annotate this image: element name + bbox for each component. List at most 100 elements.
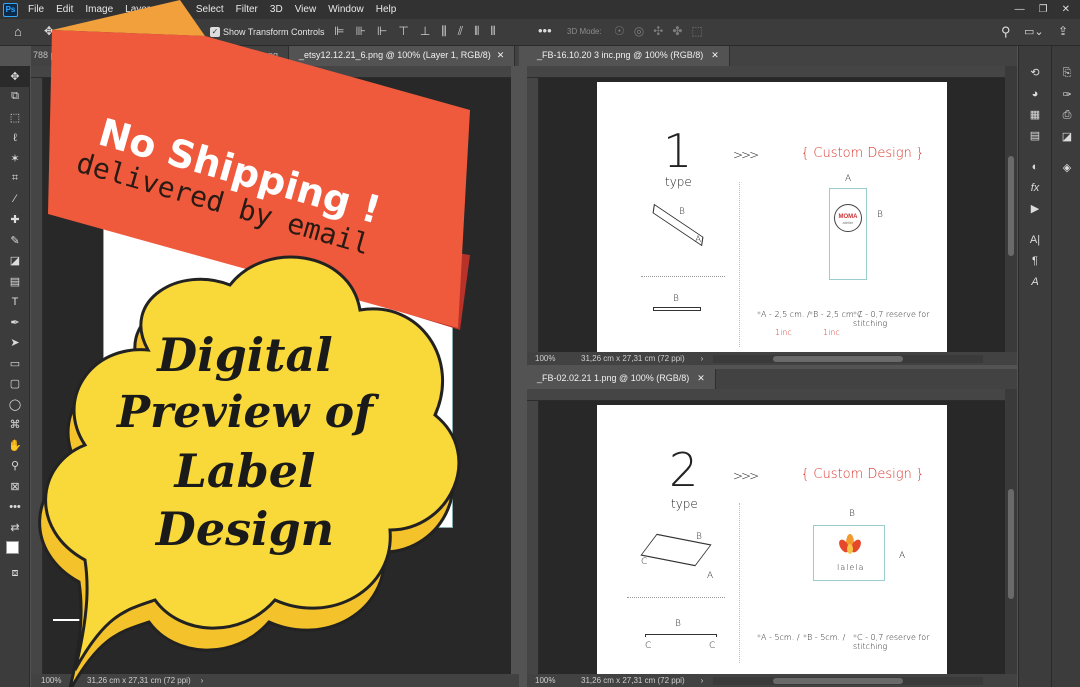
drag-icon[interactable]: ✣ bbox=[653, 24, 663, 38]
more-options-icon[interactable]: ••• bbox=[538, 23, 552, 38]
doc2-label-a: A bbox=[899, 551, 906, 561]
doc2-custom-design: { Custom Design } bbox=[801, 467, 925, 482]
doc1-label-a: A bbox=[845, 174, 852, 184]
doc1-h-thumb[interactable] bbox=[773, 355, 904, 362]
doc2-plane-b: B bbox=[696, 532, 702, 542]
doc1-strip-flat bbox=[653, 307, 701, 311]
doc1-tab-close-icon[interactable]: ✕ bbox=[711, 50, 719, 66]
tab-close-icon[interactable]: ✕ bbox=[497, 50, 505, 66]
more-tools-icon[interactable]: ••• bbox=[0, 497, 30, 518]
color-swatches[interactable] bbox=[0, 538, 30, 564]
paragraph-icon[interactable]: ¶ bbox=[1020, 250, 1050, 271]
minimize-icon[interactable]: — bbox=[1015, 4, 1025, 15]
doc2-flat-line bbox=[645, 634, 717, 637]
default-colors-icon[interactable]: ⇄ bbox=[0, 517, 30, 538]
doc2-window: _FB-02.02.21 1.png @ 100% (RGB/8) ✕ 2 ty… bbox=[527, 369, 1017, 687]
doc2-arrows: >>> bbox=[733, 469, 759, 483]
doc1-flat-b: B bbox=[673, 294, 679, 304]
doc2-tab-label: _FB-02.02.21 1.png @ 100% (RGB/8) bbox=[537, 373, 690, 383]
orbit-icon[interactable]: ☉ bbox=[614, 24, 625, 38]
hand-tool-icon[interactable]: ✋ bbox=[0, 435, 30, 456]
history-icon[interactable]: ⟲ bbox=[1020, 62, 1050, 83]
doc1-zoom[interactable]: 100% bbox=[535, 354, 581, 363]
doc1-status-arrow[interactable]: › bbox=[701, 354, 704, 363]
color-palette-icon[interactable]: ◕ bbox=[1020, 83, 1050, 104]
doc1-type-label: type bbox=[665, 175, 692, 189]
libraries-icon[interactable]: ▤ bbox=[1020, 125, 1050, 146]
swatches-icon[interactable]: ▦ bbox=[1020, 104, 1050, 125]
doc2-spec-b: *B - 5cm. / bbox=[803, 633, 846, 642]
slide-icon[interactable]: ✤ bbox=[672, 24, 682, 38]
doc1-inc-1: 1inc bbox=[775, 328, 792, 337]
restore-icon[interactable]: ❐ bbox=[1039, 4, 1048, 15]
doc1-tab[interactable]: _FB-16.10.20 3 inc.png @ 100% (RGB/8) ✕ bbox=[527, 46, 730, 66]
doc2-scroll-thumb[interactable] bbox=[1008, 489, 1014, 599]
adjustments-icon[interactable]: ◐ bbox=[1020, 156, 1050, 177]
distribute-spacing-icon[interactable]: ⫴ bbox=[490, 24, 495, 39]
info-panel-icon[interactable]: ⎙ bbox=[1052, 105, 1080, 126]
scale-3d-icon[interactable]: ⬚ bbox=[691, 24, 702, 38]
3d-mode-label: 3D Mode: bbox=[567, 27, 602, 36]
doc2-status-arrow[interactable]: › bbox=[701, 676, 704, 685]
zoom-tool-icon[interactable]: ⚲ bbox=[0, 456, 30, 477]
doc2-statusbar: 100% 31,26 cm x 27,31 cm (72 ppi) › bbox=[527, 674, 1017, 687]
styles-fx-icon[interactable]: fx bbox=[1020, 177, 1050, 198]
doc2-flat-c2: C bbox=[709, 641, 716, 651]
doc1-spec-a: *A - 2,5 cm. / bbox=[757, 310, 810, 319]
properties-icon[interactable]: ⎘ bbox=[1052, 63, 1080, 84]
doc1-strip-a: A bbox=[695, 235, 702, 245]
close-icon[interactable]: ✕ bbox=[1062, 4, 1070, 15]
doc1-label-b: B bbox=[877, 210, 883, 220]
character-icon[interactable]: A| bbox=[1020, 229, 1050, 250]
workspace-icon[interactable]: ▭⌄ bbox=[1024, 25, 1044, 38]
bubble-text: Digital Preview of Label Design bbox=[80, 326, 410, 558]
layers-icon[interactable]: ◈ bbox=[1052, 157, 1080, 178]
ellipse-tool-icon[interactable]: ◯ bbox=[0, 394, 30, 415]
doc1-tabbar: _FB-16.10.20 3 inc.png @ 100% (RGB/8) ✕ bbox=[527, 46, 1017, 66]
doc1-scrollbar[interactable] bbox=[1005, 66, 1017, 352]
roll-icon[interactable]: ◎ bbox=[634, 24, 644, 38]
doc2-type-label: type bbox=[671, 497, 698, 511]
doc2-zoom[interactable]: 100% bbox=[535, 676, 581, 685]
channels-icon[interactable]: ◪ bbox=[1052, 126, 1080, 147]
doc2-h-scrollbar[interactable] bbox=[713, 676, 984, 685]
brush-settings-icon[interactable]: ✑ bbox=[1052, 84, 1080, 105]
doc1-h-scrollbar[interactable] bbox=[713, 354, 984, 363]
doc1-scroll-thumb[interactable] bbox=[1008, 156, 1014, 256]
doc1-divider bbox=[739, 182, 740, 347]
doc2-scrollbar[interactable] bbox=[1005, 389, 1017, 674]
actions-play-icon[interactable]: ▶ bbox=[1020, 198, 1050, 219]
doc2-spec-a: *A - 5cm. / bbox=[757, 633, 800, 642]
panel-dock: ⟲ ◕ ▦ ▤ ◐ fx ▶ A| ¶ A ⎘ ✑ ⎙ ◪ ◈ bbox=[1018, 46, 1080, 687]
bubble-line1: Digital bbox=[157, 328, 333, 382]
doc2-dotted-line bbox=[627, 597, 725, 598]
doc2-h-thumb[interactable] bbox=[773, 677, 904, 684]
doc2-tabbar: _FB-02.02.21 1.png @ 100% (RGB/8) ✕ bbox=[527, 369, 1017, 389]
doc1-label-rect bbox=[829, 188, 867, 280]
lotus-logo-icon bbox=[837, 533, 863, 555]
doc1-arrows: >>> bbox=[733, 148, 759, 162]
panel-column-1: ⟲ ◕ ▦ ▤ ◐ fx ▶ A| ¶ A bbox=[1020, 62, 1050, 292]
custom-shape-icon[interactable]: ⌘ bbox=[0, 415, 30, 436]
search-icon[interactable]: ⚲ bbox=[1001, 24, 1011, 40]
doc2-tab-close-icon[interactable]: ✕ bbox=[697, 373, 705, 389]
screen-mode-icon[interactable]: ⧈ bbox=[0, 564, 30, 585]
doc2-number: 2 bbox=[669, 443, 699, 497]
frame-tool-icon[interactable]: ⊠ bbox=[0, 476, 30, 497]
foreground-color[interactable] bbox=[6, 540, 19, 554]
doc2-plane-c: C bbox=[641, 557, 648, 567]
doc1-statusbar: 100% 31,26 cm x 27,31 cm (72 ppi) › bbox=[527, 352, 1017, 365]
doc1-strip-b: B bbox=[679, 207, 685, 217]
share-icon[interactable]: ⇪ bbox=[1058, 24, 1068, 38]
doc1-spec-c: *C - 0,7 reserve for stitching bbox=[853, 310, 930, 328]
doc2-ruler-v bbox=[527, 401, 539, 674]
glyphs-icon[interactable]: A bbox=[1020, 271, 1050, 292]
doc1-number: 1 bbox=[663, 124, 693, 178]
doc2-tab[interactable]: _FB-02.02.21 1.png @ 100% (RGB/8) ✕ bbox=[527, 369, 716, 389]
rectangle-tool-icon[interactable]: ▭ bbox=[0, 353, 30, 374]
doc1-dotted-line bbox=[641, 276, 725, 277]
doc2-label-b: B bbox=[849, 509, 855, 519]
doc1-ruler-h bbox=[527, 66, 1005, 78]
rounded-rect-icon[interactable]: ▢ bbox=[0, 374, 30, 395]
panel-column-2: ⎘ ✑ ⎙ ◪ ◈ bbox=[1051, 46, 1080, 687]
